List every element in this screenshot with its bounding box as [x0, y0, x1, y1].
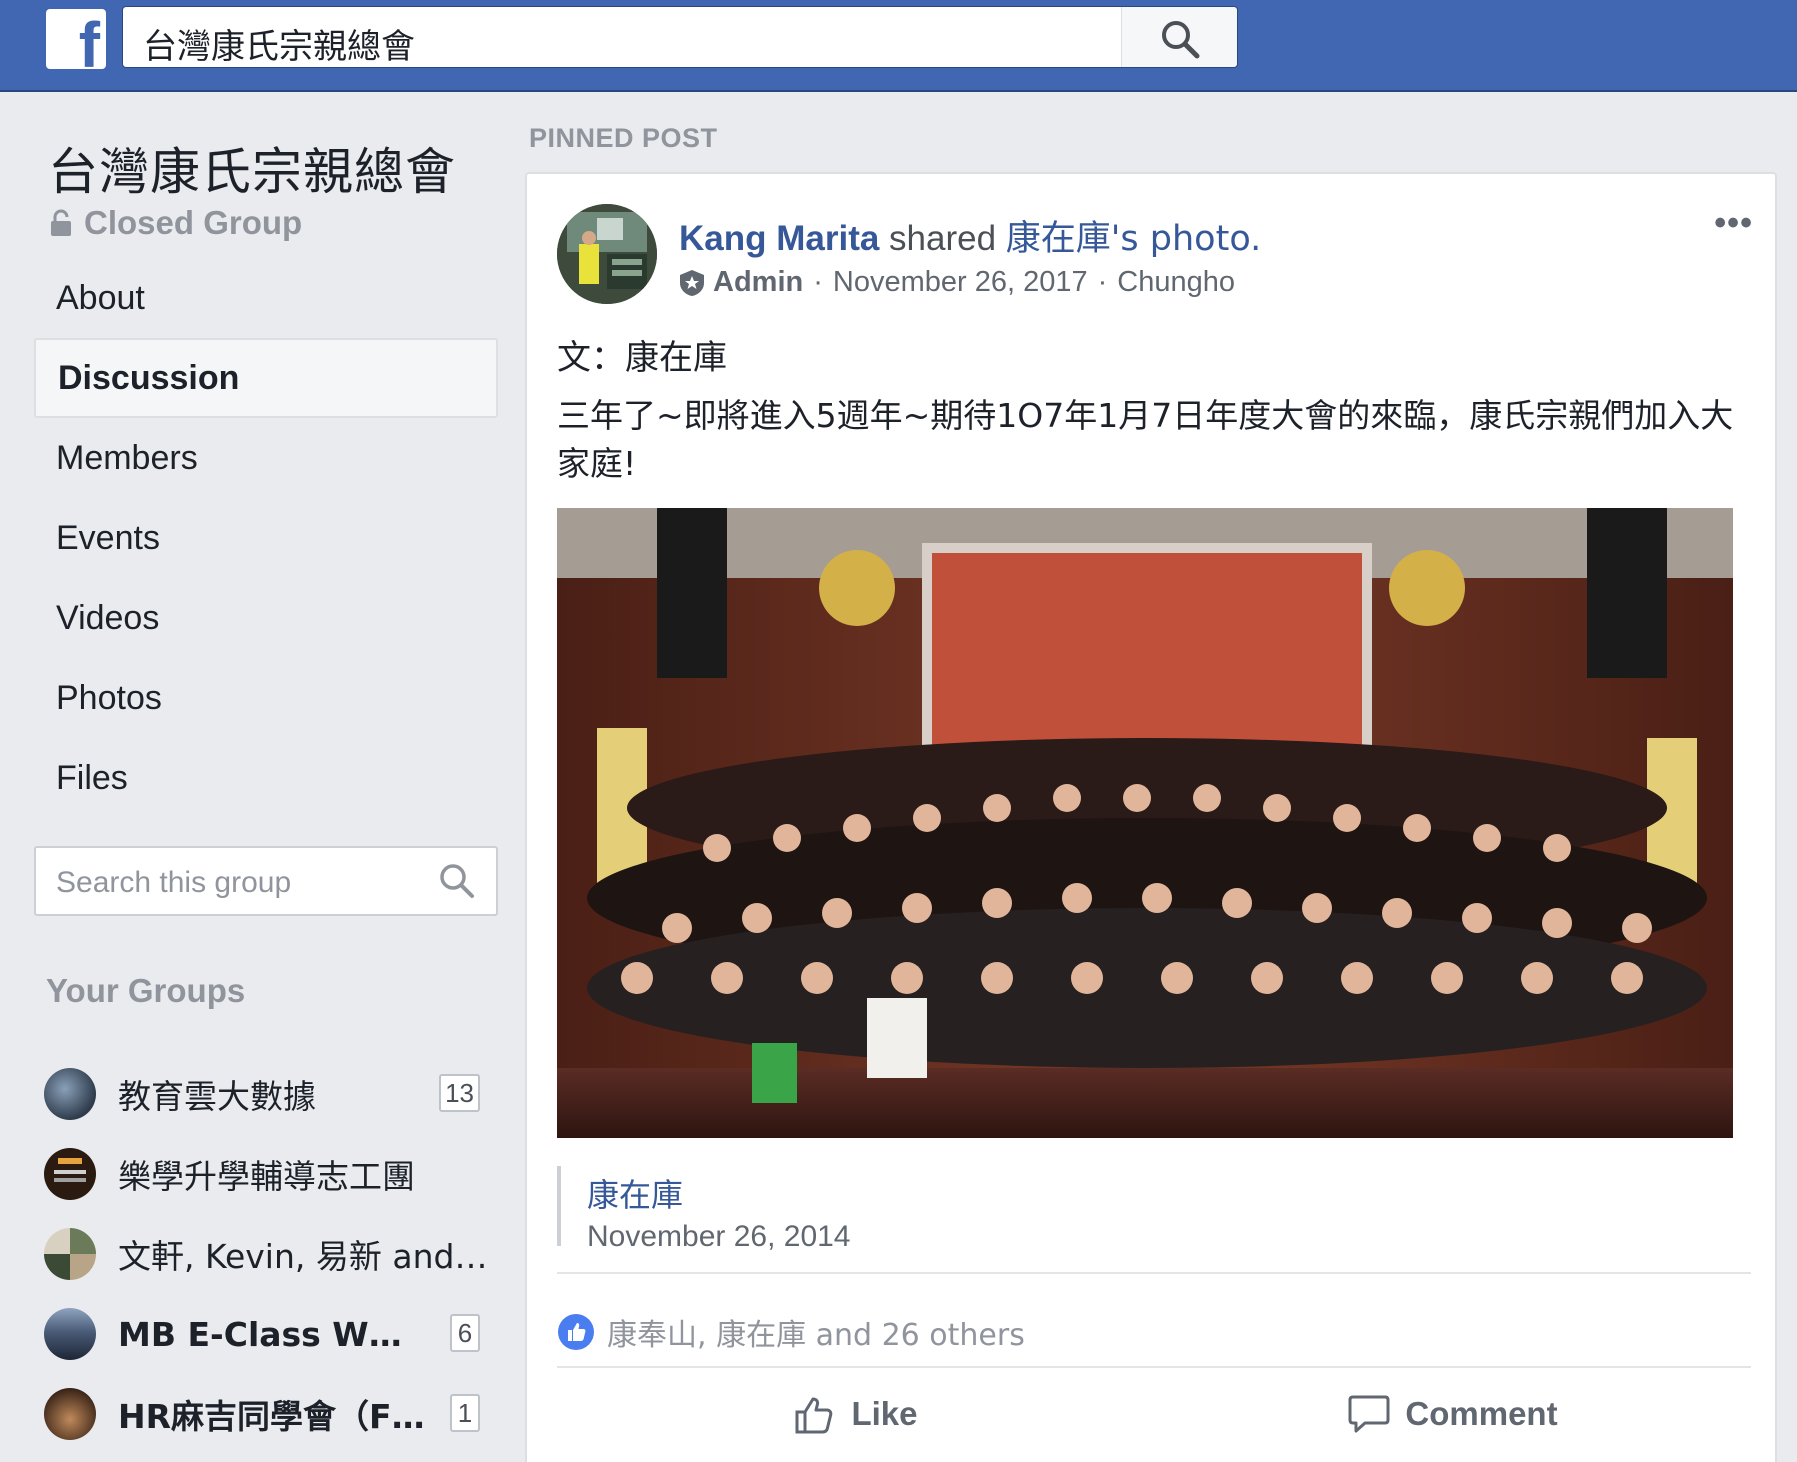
- group-name: 樂學升學輔導志工團: [118, 1157, 415, 1196]
- global-search-button[interactable]: [1121, 7, 1237, 67]
- nav-item-about[interactable]: About: [34, 258, 498, 338]
- post-location-link[interactable]: Chungho: [1117, 266, 1235, 299]
- global-search-input[interactable]: 台灣康氏宗親總會: [122, 6, 1238, 68]
- post-text-line: 文：康在庫: [557, 338, 727, 378]
- separator-dot: ·: [813, 266, 823, 298]
- group-photo-image: [557, 508, 1733, 1138]
- post-text-body: 三年了~即將進入5週年~期待1O7年1月7日年度大會的來臨，康氏宗親們加入大家庭…: [557, 396, 1734, 483]
- list-item[interactable]: HR麻吉同學會（FB… 1: [44, 1374, 494, 1454]
- like-button[interactable]: Like: [557, 1384, 1154, 1444]
- like-reaction-icon: [558, 1314, 594, 1350]
- admin-role-label: Admin: [713, 266, 804, 298]
- like-label: Like: [851, 1395, 918, 1432]
- thumbs-up-icon: [795, 1397, 833, 1434]
- divider: [557, 1366, 1751, 1368]
- reactions-names: 康奉山, 康在庫 and 26 others: [607, 1318, 1025, 1353]
- group-name: HR麻吉同學會（FB…: [118, 1397, 438, 1436]
- more-options-icon[interactable]: •••: [1714, 204, 1753, 243]
- list-item[interactable]: 文軒, Kevin, 易新 and …: [44, 1214, 494, 1294]
- facebook-logo-icon[interactable]: f: [46, 9, 106, 69]
- group-avatar: [44, 1388, 96, 1440]
- lock-icon: [51, 209, 71, 236]
- shared-source-date[interactable]: November 26, 2014: [587, 1220, 851, 1254]
- group-avatar: [44, 1308, 96, 1360]
- nav-item-videos[interactable]: Videos: [34, 578, 498, 658]
- author-avatar[interactable]: [557, 204, 657, 304]
- nav-item-label: About: [56, 278, 145, 317]
- nav-item-label: Events: [56, 518, 160, 557]
- author-avatar-image: [557, 204, 657, 304]
- unread-count-badge: 1: [450, 1394, 480, 1432]
- search-icon[interactable]: [438, 862, 476, 900]
- group-search-input[interactable]: Search this group: [34, 846, 498, 916]
- group-search-placeholder: Search this group: [56, 866, 292, 899]
- nav-item-files[interactable]: Files: [34, 738, 498, 818]
- nav-item-label: Videos: [56, 598, 160, 637]
- shared-source-name[interactable]: 康在庫: [587, 1170, 851, 1216]
- post-photo[interactable]: [557, 508, 1733, 1138]
- divider: [557, 1272, 1751, 1274]
- comment-icon: [1348, 1395, 1390, 1433]
- nav-item-label: Discussion: [58, 358, 240, 397]
- global-search-value[interactable]: 台灣康氏宗親總會: [143, 19, 415, 68]
- nav-item-label: Photos: [56, 678, 162, 717]
- pinned-post-label: PINNED POST: [529, 123, 718, 153]
- group-privacy-label: Closed Group: [84, 204, 303, 241]
- list-item[interactable]: 教育雲大數據 13: [44, 1054, 494, 1134]
- unread-count-badge: 6: [450, 1314, 480, 1352]
- list-item[interactable]: MB E-Class W213 … 6: [44, 1294, 494, 1374]
- nav-item-discussion[interactable]: Discussion: [34, 338, 498, 418]
- group-name: 教育雲大數據: [118, 1077, 316, 1116]
- group-nav: About Discussion Members Events Videos P…: [34, 258, 498, 818]
- nav-item-label: Members: [56, 438, 198, 477]
- post-header: Kang Marita shared 康在庫's photo.: [679, 210, 1261, 261]
- post-date-link[interactable]: November 26, 2017: [833, 266, 1088, 299]
- your-groups-list: 教育雲大數據 13 樂學升學輔導志工團 文軒, Kevin, 易新 and … …: [44, 1054, 494, 1454]
- nav-item-photos[interactable]: Photos: [34, 658, 498, 738]
- group-sidebar: 台灣康氏宗親總會 Closed Group About Discussion M…: [0, 92, 510, 1462]
- nav-item-members[interactable]: Members: [34, 418, 498, 498]
- post-verb: shared: [879, 219, 1006, 258]
- search-icon: [1162, 21, 1200, 59]
- group-privacy: Closed Group: [50, 204, 302, 242]
- group-avatar: [44, 1068, 96, 1120]
- shared-owner-link[interactable]: 康在庫: [1006, 219, 1111, 259]
- comment-button[interactable]: Comment: [1154, 1384, 1751, 1444]
- shared-photo-link[interactable]: 's photo.: [1111, 219, 1261, 259]
- group-name: 文軒, Kevin, 易新 and …: [118, 1237, 494, 1276]
- unread-count-badge: 13: [439, 1074, 480, 1112]
- group-name: MB E-Class W213 …: [118, 1314, 418, 1354]
- separator-dot: ·: [1097, 266, 1108, 298]
- post-actions: Like Comment: [557, 1384, 1751, 1444]
- group-avatar: [44, 1148, 96, 1200]
- shared-source: 康在庫 November 26, 2014: [557, 1166, 851, 1253]
- nav-item-label: Files: [56, 758, 128, 797]
- post-meta: Admin · November 26, 2017 · Chungho: [679, 266, 1235, 299]
- top-navigation-bar: f 台灣康氏宗親總會: [0, 0, 1797, 92]
- group-title[interactable]: 台灣康氏宗親總會: [48, 132, 456, 204]
- list-item[interactable]: 樂學升學輔導志工團: [44, 1134, 494, 1214]
- comment-label: Comment: [1405, 1395, 1558, 1432]
- post-card: Kang Marita shared 康在庫's photo. Admin · …: [525, 172, 1777, 1462]
- admin-badge-icon: [680, 269, 704, 296]
- nav-item-events[interactable]: Events: [34, 498, 498, 578]
- reactions-summary[interactable]: 康奉山, 康在庫 and 26 others: [557, 1310, 1025, 1354]
- author-link[interactable]: Kang Marita: [679, 219, 879, 258]
- group-avatar: [44, 1228, 96, 1280]
- your-groups-heading[interactable]: Your Groups: [46, 972, 245, 1010]
